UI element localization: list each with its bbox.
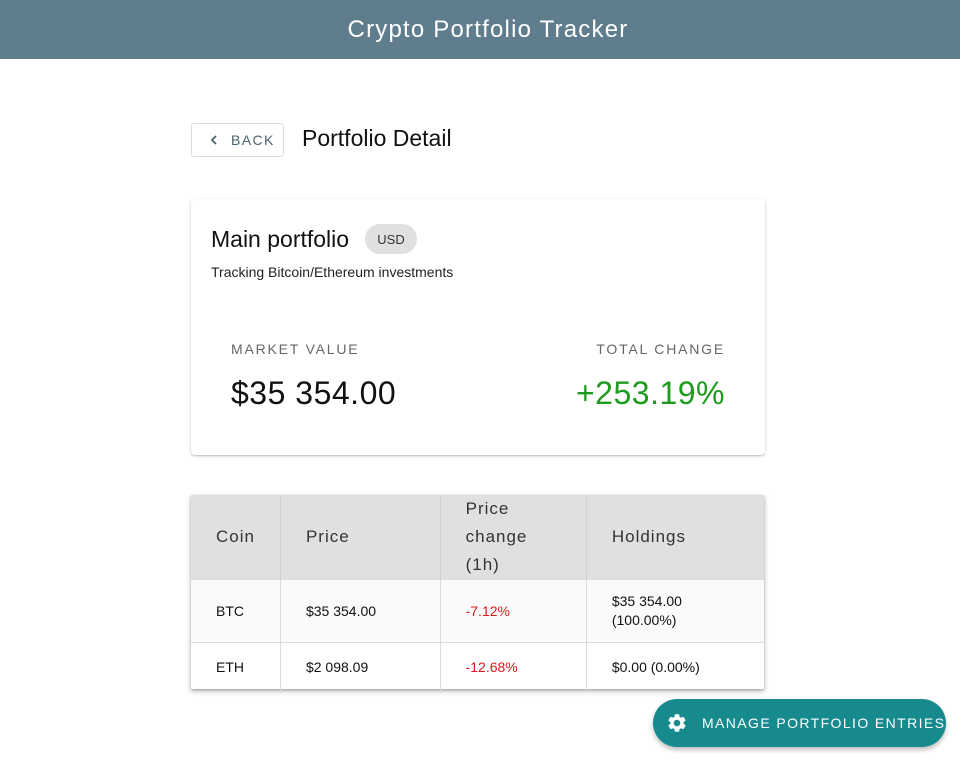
chevron-left-icon	[207, 133, 221, 147]
column-header-price[interactable]: Price	[280, 495, 441, 580]
manage-portfolio-entries-button[interactable]: MANAGE PORTFOLIO ENTRIES	[653, 699, 946, 747]
table-row[interactable]: BTC $35 354.00 -7.12% $35 354.00 (100.00…	[191, 579, 764, 643]
coin-cell: BTC	[191, 579, 281, 643]
table-row[interactable]: ETH $2 098.09 -12.68% $0.00 (0.00%)	[191, 642, 764, 691]
page-title: Portfolio Detail	[302, 125, 452, 151]
manage-portfolio-entries-label: MANAGE PORTFOLIO ENTRIES	[702, 715, 946, 731]
price-change-cell: -7.12%	[440, 579, 587, 643]
app-bar: Crypto Portfolio Tracker	[0, 0, 960, 59]
table-header-row: Coin Price Price change (1h) Holdings	[191, 495, 764, 580]
column-header-coin[interactable]: Coin	[191, 495, 281, 580]
holdings-cell: $35 354.00 (100.00%)	[586, 579, 764, 643]
price-cell: $2 098.09	[280, 642, 441, 691]
total-change-label: TOTAL CHANGE	[596, 341, 725, 357]
market-value-label: MARKET VALUE	[231, 341, 360, 357]
column-header-price-change[interactable]: Price change (1h)	[440, 495, 587, 580]
back-button[interactable]: BACK	[191, 123, 284, 157]
app-title: Crypto Portfolio Tracker	[347, 15, 629, 43]
portfolio-summary-card: Main portfolio USD Tracking Bitcoin/Ethe…	[191, 199, 765, 455]
price-cell: $35 354.00	[280, 579, 441, 643]
holdings-cell: $0.00 (0.00%)	[586, 642, 764, 691]
portfolio-name: Main portfolio	[211, 226, 350, 252]
holdings-table: Coin Price Price change (1h) Holdings BT…	[191, 495, 764, 691]
coin-cell: ETH	[191, 642, 281, 691]
price-change-cell: -12.68%	[440, 642, 587, 691]
gear-icon	[666, 712, 688, 734]
market-value: $35 354.00	[231, 375, 397, 411]
column-header-holdings[interactable]: Holdings	[586, 495, 764, 580]
currency-badge: USD	[365, 224, 417, 254]
back-button-label: BACK	[231, 132, 275, 148]
portfolio-description: Tracking Bitcoin/Ethereum investments	[211, 264, 454, 280]
total-change-value: +253.19%	[575, 375, 725, 411]
